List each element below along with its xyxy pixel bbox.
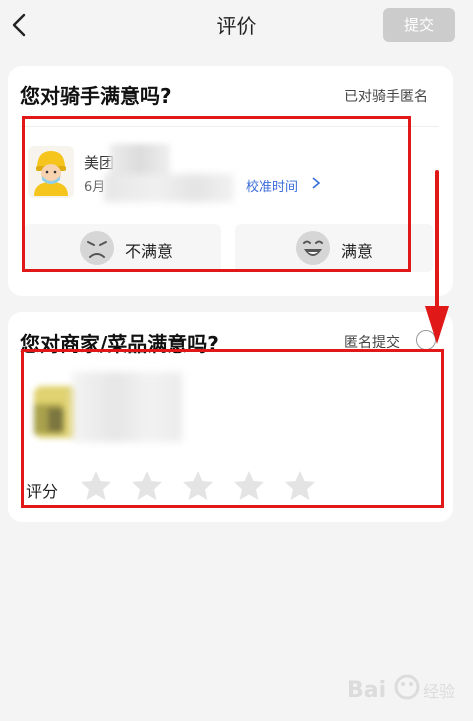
annotation-arrow-icon bbox=[425, 170, 449, 344]
watermark-logo: Bai 经验 bbox=[347, 674, 455, 703]
highlight-box-merchant bbox=[21, 349, 444, 508]
svg-text:经验: 经验 bbox=[423, 682, 455, 701]
submit-button[interactable]: 提交 bbox=[383, 8, 455, 42]
navigation-bar: 评价 提交 bbox=[0, 0, 473, 50]
rider-anonymous-label: 已对骑手匿名 bbox=[344, 89, 428, 105]
rider-question: 您对骑手满意吗? bbox=[20, 84, 172, 108]
svg-text:Bai: Bai bbox=[347, 678, 386, 703]
highlight-box-rider bbox=[22, 116, 411, 272]
